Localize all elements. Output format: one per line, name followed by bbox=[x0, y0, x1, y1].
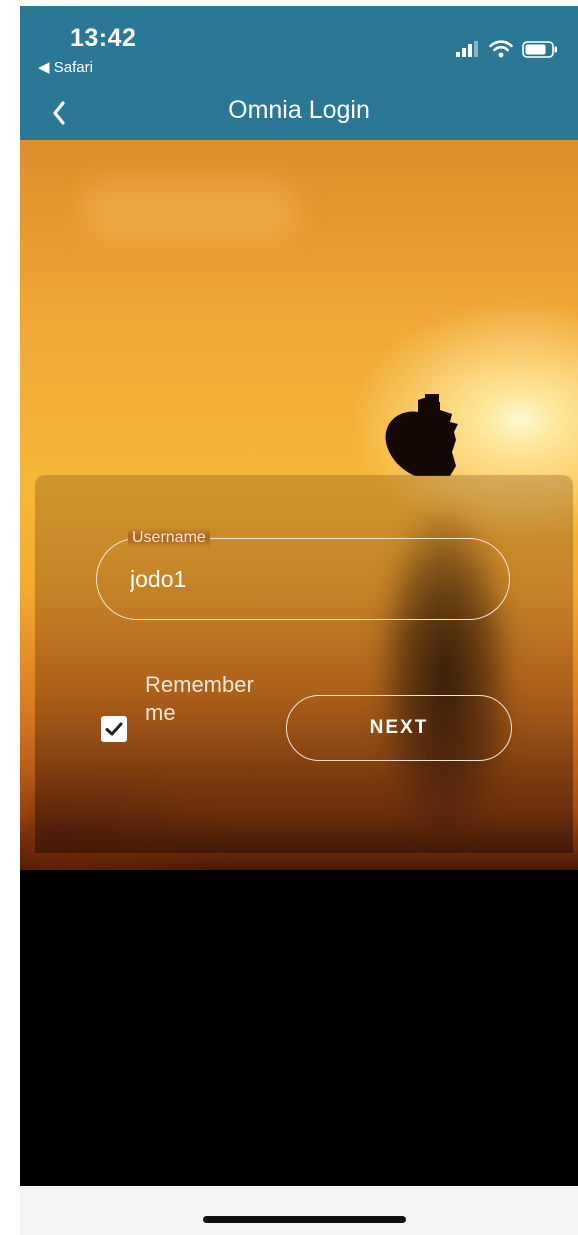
remember-me-checkbox[interactable] bbox=[101, 716, 127, 742]
battery-icon bbox=[522, 40, 557, 58]
username-label: Username bbox=[128, 528, 210, 548]
back-to-app[interactable]: ◀ Safari bbox=[38, 58, 93, 76]
back-app-label: Safari bbox=[53, 59, 93, 76]
top-bar: 13:42 ◀ Safari Omnia Login bbox=[20, 6, 578, 140]
cellular-signal-icon bbox=[456, 41, 478, 57]
home-indicator[interactable] bbox=[203, 1216, 406, 1223]
home-indicator-area bbox=[20, 1186, 578, 1235]
remember-me-label[interactable]: Remember me bbox=[145, 671, 285, 727]
status-icons bbox=[456, 40, 558, 58]
username-input[interactable] bbox=[130, 566, 430, 593]
wifi-icon bbox=[489, 40, 513, 58]
app-screen: Username Remember me NEXT 13:42 ◀ Safari bbox=[20, 6, 578, 1235]
blurred-figure bbox=[360, 476, 530, 836]
checkmark-icon bbox=[105, 722, 123, 736]
next-button[interactable]: NEXT bbox=[286, 695, 512, 761]
silhouette-head-image bbox=[385, 394, 458, 476]
page-title: Omnia Login bbox=[228, 96, 370, 124]
back-triangle-icon: ◀ bbox=[38, 59, 50, 76]
status-time: 13:42 bbox=[70, 24, 137, 52]
